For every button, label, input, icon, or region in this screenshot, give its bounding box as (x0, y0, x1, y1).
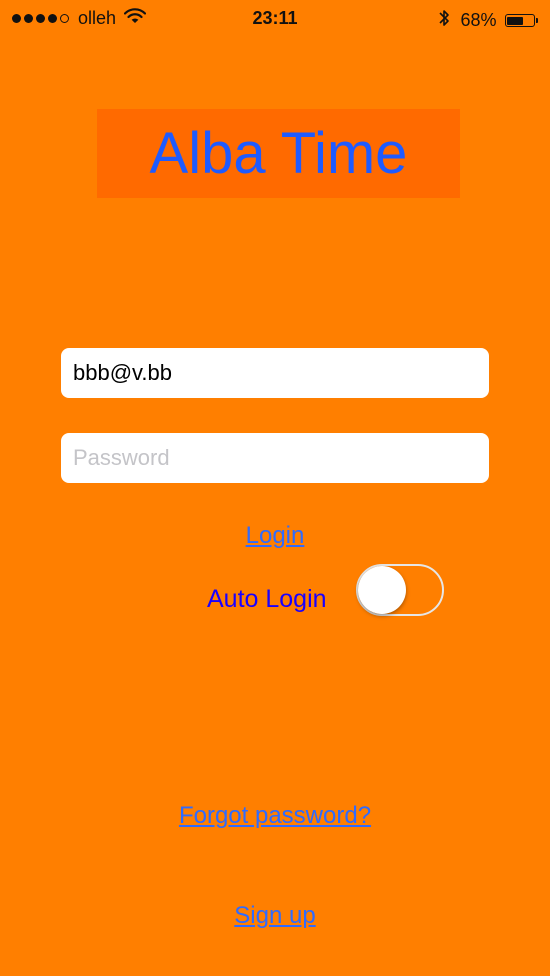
bluetooth-icon (438, 8, 450, 33)
toggle-knob (358, 566, 406, 614)
battery-nub (535, 18, 538, 23)
password-field[interactable] (61, 433, 489, 483)
battery-fill (507, 16, 524, 25)
status-right: 68% (438, 8, 538, 33)
email-field[interactable] (61, 348, 489, 398)
status-bar: olleh 23:11 68% (0, 0, 550, 36)
battery-percent: 68% (460, 10, 497, 30)
sign-up-link[interactable]: Sign up (0, 902, 550, 930)
auto-login-toggle[interactable] (356, 564, 444, 616)
login-link[interactable]: Login (0, 522, 550, 550)
forgot-password-link[interactable]: Forgot password? (0, 802, 550, 830)
app-title: Alba Time (97, 109, 460, 198)
battery-icon (504, 14, 535, 27)
auto-login-label: Auto Login (207, 585, 327, 613)
